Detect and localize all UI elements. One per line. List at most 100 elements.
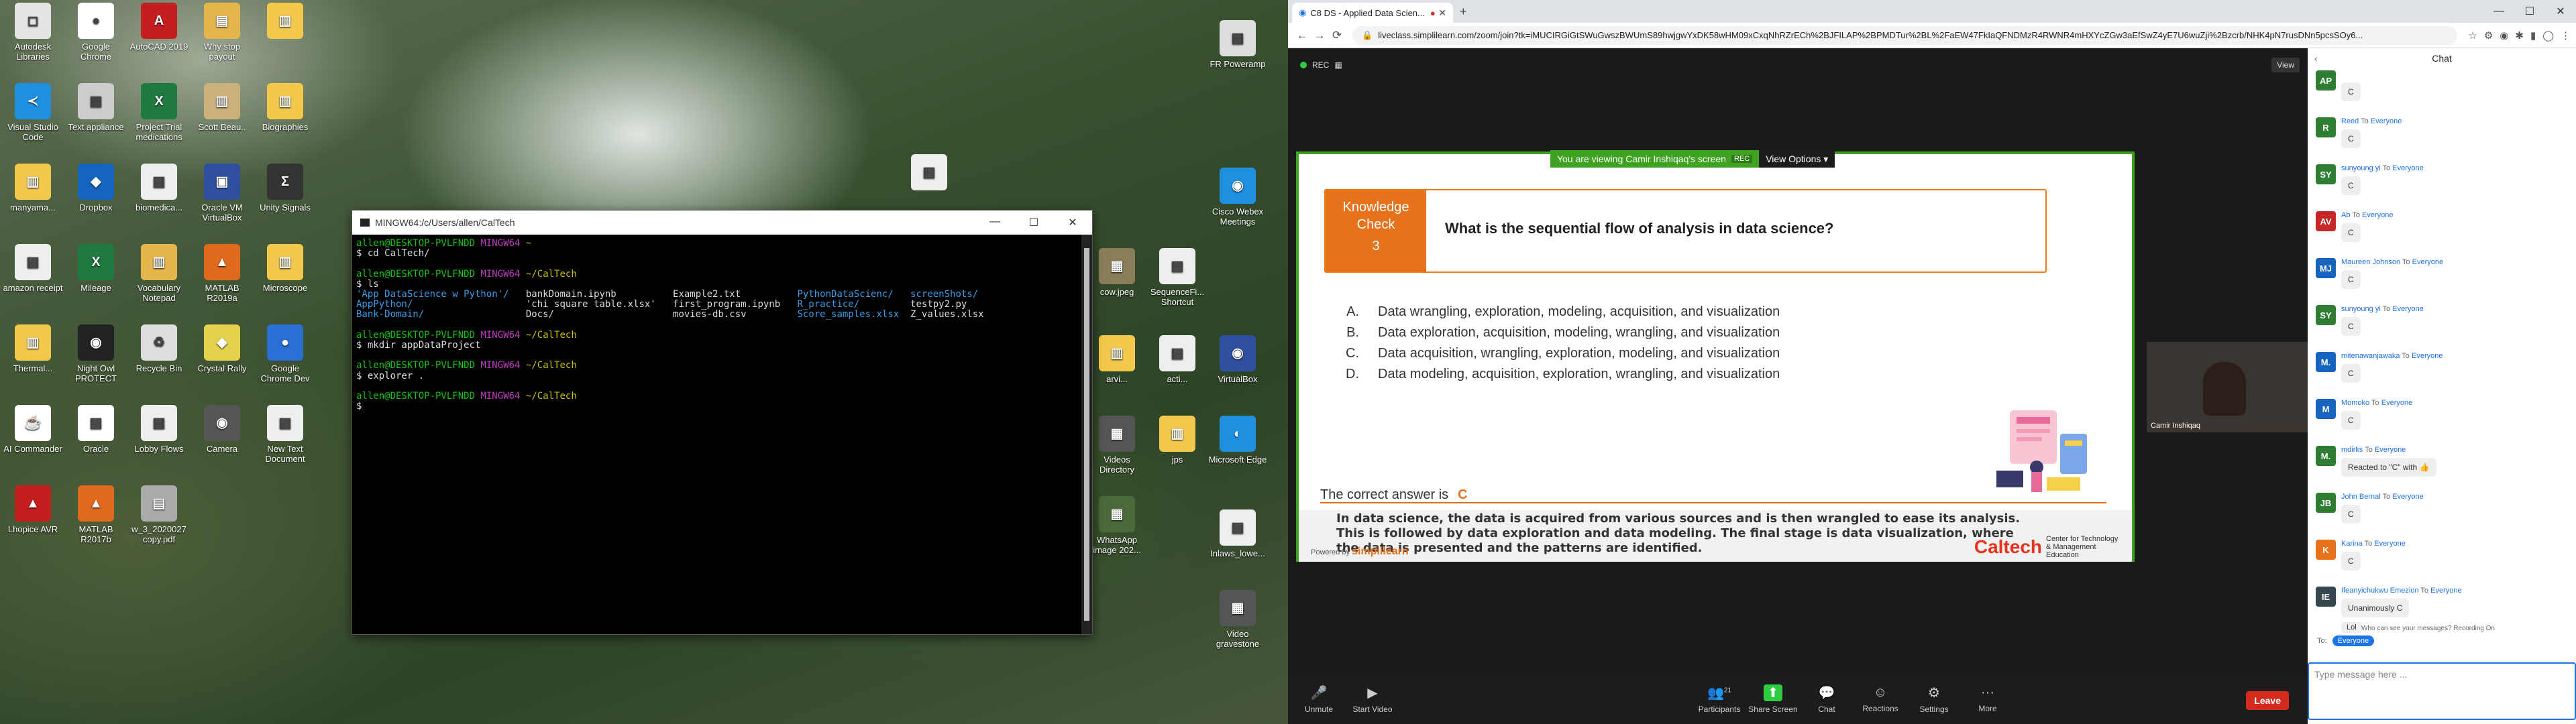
participants-count: 21 [1723,686,1732,695]
chat-label: Chat [1818,705,1835,714]
desktop-icon[interactable]: ▤ Lobby Flows [129,405,189,454]
desktop-icon[interactable]: ▥ jps [1147,416,1208,465]
minimize-button[interactable]: — [975,216,1014,229]
desktop-icon[interactable]: ▥ Thermal... [3,324,63,373]
desktop-icon[interactable]: ▲ MATLAB R2019a [192,244,252,303]
back-icon[interactable]: ← [1293,29,1311,42]
desktop-icon[interactable]: A AutoCAD 2019 [129,3,189,52]
desktop-icon[interactable]: ▥ Biographies [255,83,315,132]
desktop-icon[interactable]: ▥ Scott Beau.. [192,83,252,132]
unity-signals-icon: Σ [267,164,303,200]
acti--icon: ▤ [1159,335,1195,371]
chat-button[interactable]: 💬 Chat [1800,684,1854,714]
tab-active[interactable]: ◉ C8 DS - Applied Data Scien... ● ✕ [1292,3,1453,23]
terminal-window[interactable]: MINGW64:/c/Users/allen/CalTech — ☐ ✕ all… [352,210,1093,635]
desktop-icon[interactable]: ▦ WhatsApp image 202... [1087,496,1147,555]
desktop-icon[interactable]: ▲ Lhopice AVR [3,485,63,534]
forward-icon[interactable]: → [1311,29,1328,42]
view-options-button[interactable]: View Options ▾ [1759,150,1835,168]
desktop-icon[interactable]: ▤ Why stop payout [192,3,252,62]
grid-icon[interactable]: ▦ [1334,60,1342,70]
desktop-icon[interactable]: ▤ biomedica... [129,164,189,213]
desktop-icon[interactable]: ▥ [255,3,315,42]
desktop-icon[interactable]: ▤ amazon receipt [3,244,63,293]
browser-close-button[interactable]: ✕ [2545,0,2576,23]
project-trial-medications-icon: X [141,83,177,119]
desktop-icon[interactable]: ▥ manyama... [3,164,63,213]
desktop-icon[interactable]: ◻ Autodesk Libraries [3,3,63,62]
desktop-icon[interactable]: ▤ [899,154,959,193]
desktop-icon[interactable]: ☕ AI Commander [3,405,63,454]
maximize-button[interactable]: ☐ [1014,216,1053,229]
desktop-icon[interactable]: ◆ Crystal Rally [192,324,252,373]
puzzle-icon[interactable]: ✱ [2515,29,2524,42]
url-field[interactable]: 🔒 liveclass.simplilearn.com/zoom/join?tk… [1352,25,2458,45]
close-tab-icon[interactable]: ✕ [1438,7,1446,19]
record-extension-icon[interactable]: ◉ [2500,29,2508,42]
desktop-icon[interactable]: ◐ Microsoft Edge [1208,416,1268,465]
desktop-icon[interactable]: ▤ w_3_2020027 copy.pdf [129,485,189,544]
desktop-icon-label: Scott Beau.. [198,122,246,132]
desktop-icon[interactable]: ● Google Chrome [66,3,126,62]
correct-label: The correct answer is [1320,487,1449,502]
to-label: To [2382,305,2391,313]
desktop-icon[interactable]: Σ Unity Signals [255,164,315,213]
desktop-icon[interactable]: ≺ Visual Studio Code [3,83,63,142]
message-body: mitenawanjawaka To Everyone C [2341,352,2443,395]
desktop-icon[interactable]: ◆ Dropbox [66,164,126,213]
desktop-icon[interactable]: ▤ acti... [1147,335,1208,384]
start-video-button[interactable]: ▶ Start Video [1346,684,1399,714]
chat-messages[interactable]: AP C R Reed To Everyone C SY sunyoung yi To E… [2308,68,2576,631]
desktop-icon[interactable]: ▦ Videos Directory [1087,416,1147,475]
desktop-icon[interactable]: ▣ Oracle VM VirtualBox [192,164,252,223]
desktop-icon[interactable]: ▤ Inlaws_lowe... [1208,509,1268,558]
desktop-icon[interactable]: ♻ Recycle Bin [129,324,189,373]
desktop-icon[interactable]: ▥ Microscope [255,244,315,293]
participant-video[interactable]: Camir Inshiqaq [2147,342,2308,432]
desktop-icon[interactable]: X Mileage [66,244,126,293]
close-button[interactable]: ✕ [1053,216,1092,229]
desktop-icon[interactable]: ◉ Cisco Webex Meetings [1208,168,1268,227]
desktop-icon-label: Text appliance [68,122,124,132]
terminal-scrollbar[interactable] [1081,235,1092,634]
desktop-icon[interactable]: ▤ SequenceFi... Shortcut [1147,248,1208,307]
desktop-icon[interactable]: ▤ Oracle [66,405,126,454]
sidebar-icon[interactable]: ▮ [2530,29,2536,42]
leave-button[interactable]: Leave [2246,691,2289,710]
more-button[interactable]: ··· More [1961,685,2015,713]
desktop-icon[interactable]: ● Google Chrome Dev [255,324,315,383]
terminal-output[interactable]: allen@DESKTOP-PVLFNDD MINGW64 ~ $ cd Cal… [352,235,1092,416]
desktop-icon[interactable]: ▤ FR Poweramp [1208,20,1268,69]
reactions-button[interactable]: ☺ Reactions [1854,685,1907,713]
desktop-icon[interactable]: X Project Trial medications [129,83,189,142]
browser-minimize-button[interactable]: — [2483,0,2514,23]
desktop-icon[interactable]: ▦ Video gravestone [1208,590,1268,649]
participants-button[interactable]: 👥21 Participants [1693,684,1746,714]
collapse-icon[interactable]: ‹ [2314,53,2318,64]
desktop-icon[interactable]: ▤ Text appliance [66,83,126,132]
extension-icon[interactable]: ⚙ [2484,29,2493,42]
desktop-icon[interactable]: ◉ Night Owl PROTECT [66,324,126,383]
recipient-dropdown[interactable]: Everyone [2332,636,2375,646]
unmute-button[interactable]: 🎤 Unmute [1292,684,1346,714]
desktop-icon[interactable]: ◉ Camera [192,405,252,454]
caltech-wordmark: Caltech [1974,536,2042,557]
chat-input[interactable]: Type message here ... [2308,662,2576,720]
menu-icon[interactable]: ⋮ [2561,29,2571,42]
desktop-icon[interactable]: ▥ Vocabulary Notepad [129,244,189,303]
reload-icon[interactable]: ⟳ [1328,29,1346,42]
desktop-icon[interactable]: ◉ VirtualBox [1208,335,1268,384]
profile-icon[interactable]: ◯ [2542,29,2554,42]
bookmark-icon[interactable]: ☆ [2468,29,2477,42]
settings-button[interactable]: ⚙ Settings [1907,684,1961,714]
desktop-icon[interactable]: ▲ MATLAB R2017b [66,485,126,544]
share-screen-button[interactable]: ⬆ Share Screen [1746,684,1800,714]
desktop-icon[interactable]: ▤ New Text Document [255,405,315,464]
desktop-icon[interactable]: ▦ cow.jpeg [1087,248,1147,297]
new-tab-button[interactable]: + [1460,5,1467,19]
desktop-icon[interactable]: ▥ arvi... [1087,335,1147,384]
option-letter: B. [1346,325,1359,340]
browser-maximize-button[interactable]: ☐ [2514,0,2545,23]
view-button[interactable]: View [2271,58,2300,72]
terminal-titlebar[interactable]: MINGW64:/c/Users/allen/CalTech — ☐ ✕ [352,210,1092,235]
